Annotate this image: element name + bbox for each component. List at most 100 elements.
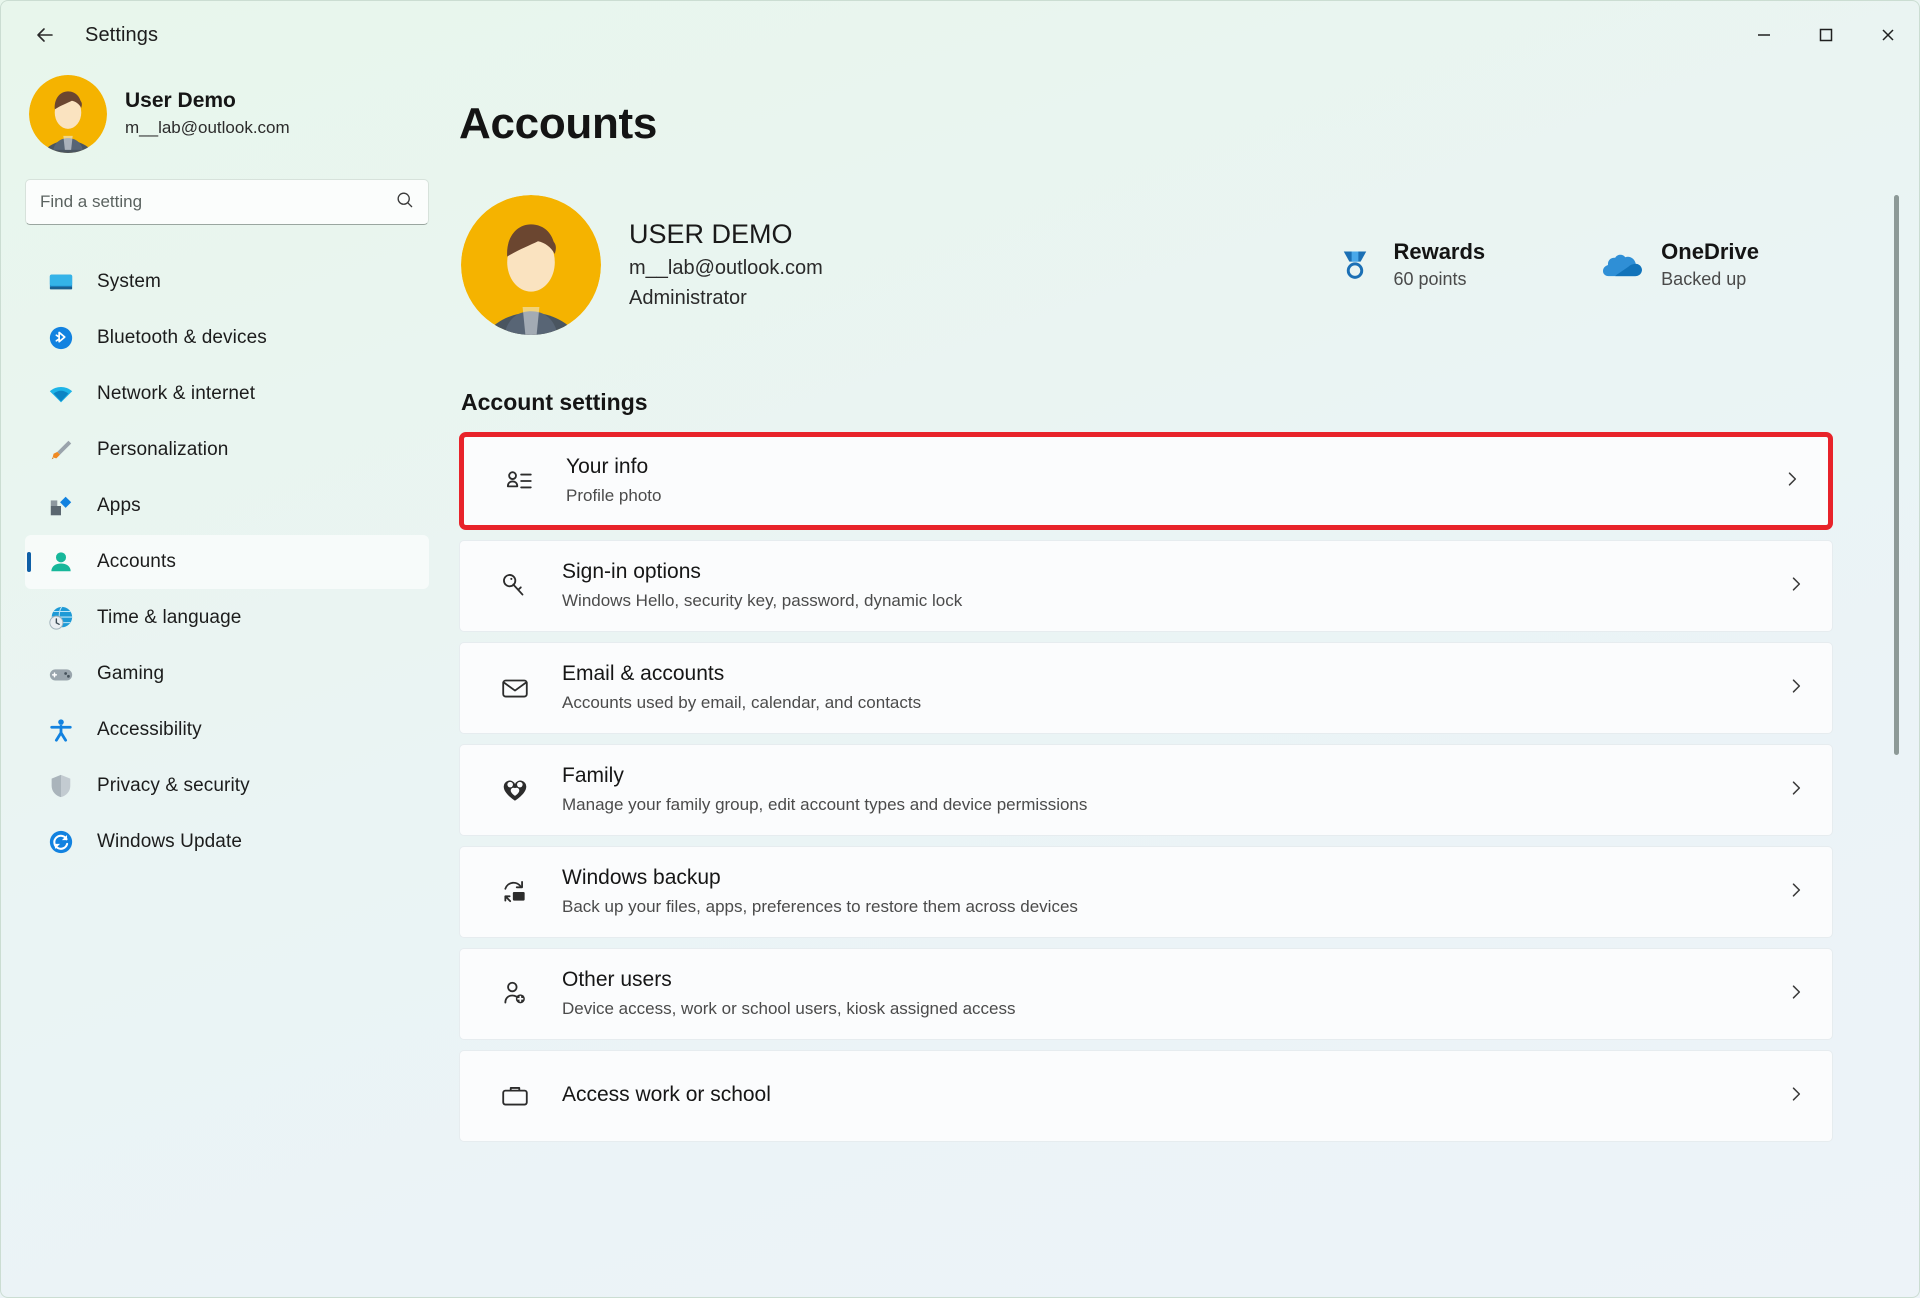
setting-row-wrap: Access work or school [459,1050,1833,1142]
briefcase-icon [494,1081,536,1111]
minimize-button[interactable] [1733,1,1795,69]
sidebar: User Demo m__lab@outlook.com [1,69,449,1297]
clock-globe-icon [47,604,75,632]
search-input[interactable] [40,192,395,212]
setting-row-windows-backup[interactable]: Windows backup Back up your files, apps,… [459,846,1833,938]
chevron-right-icon [1786,676,1806,701]
setting-row-wrap: Windows backup Back up your files, apps,… [459,846,1833,938]
back-arrow-icon [33,23,57,47]
status-title: OneDrive [1661,238,1759,267]
highlight-box: Your info Profile photo [459,432,1833,530]
main-content: Accounts USER [449,69,1919,1297]
sidebar-item-label: Windows Update [97,831,242,853]
avatar [461,195,601,335]
setting-title: Family [562,762,1087,789]
mail-icon [494,673,536,703]
sidebar-item-windows-update[interactable]: Windows Update [25,815,429,869]
setting-title: Access work or school [562,1081,771,1108]
setting-subtitle: Profile photo [566,483,661,509]
account-email: m__lab@outlook.com [629,253,823,283]
setting-row-email-accounts[interactable]: Email & accounts Accounts used by email,… [459,642,1833,734]
paintbrush-icon [47,436,75,464]
back-button[interactable] [23,13,67,57]
setting-title: Email & accounts [562,660,921,687]
minimize-icon [1756,27,1772,43]
account-role: Administrator [629,283,823,313]
sidebar-item-label: System [97,271,161,293]
setting-row-other-users[interactable]: Other users Device access, work or schoo… [459,948,1833,1040]
chevron-right-icon [1782,469,1802,494]
sidebar-item-label: Apps [97,495,141,517]
sidebar-item-system[interactable]: System [25,255,429,309]
shield-icon [47,772,75,800]
sidebar-item-label: Network & internet [97,383,255,405]
scrollbar[interactable] [1894,103,1899,1279]
sidebar-item-gaming[interactable]: Gaming [25,647,429,701]
setting-row-your-info[interactable]: Your info Profile photo [464,437,1828,525]
status-subtitle: Backed up [1661,267,1759,292]
title-bar: Settings [1,1,1919,69]
settings-list: Your info Profile photo [459,432,1833,1142]
apps-icon [47,492,75,520]
medal-icon [1335,245,1375,285]
sidebar-item-accessibility[interactable]: Accessibility [25,703,429,757]
setting-row-wrap: Sign-in options Windows Hello, security … [459,540,1833,632]
setting-row-family[interactable]: Family Manage your family group, edit ac… [459,744,1833,836]
sidebar-item-apps[interactable]: Apps [25,479,429,533]
sidebar-item-bluetooth-devices[interactable]: Bluetooth & devices [25,311,429,365]
setting-title: Sign-in options [562,558,962,585]
sidebar-item-privacy-security[interactable]: Privacy & security [25,759,429,813]
setting-subtitle: Accounts used by email, calendar, and co… [562,690,921,716]
family-heart-icon [494,775,536,805]
sidebar-item-network-internet[interactable]: Network & internet [25,367,429,421]
account-hero: USER DEMO m__lab@outlook.com Administrat… [459,195,1833,335]
setting-row-wrap: Email & accounts Accounts used by email,… [459,642,1833,734]
status-subtitle: 60 points [1393,267,1485,292]
backup-icon [494,877,536,907]
scrollbar-thumb[interactable] [1894,195,1899,755]
search-icon [395,190,414,214]
setting-subtitle: Windows Hello, security key, password, d… [562,588,962,614]
sidebar-item-label: Gaming [97,663,164,685]
sidebar-profile[interactable]: User Demo m__lab@outlook.com [25,69,429,179]
add-user-icon [494,979,536,1009]
profile-name: User Demo [125,88,290,114]
app-title: Settings [85,24,158,47]
setting-row-access-work-or-school[interactable]: Access work or school [459,1050,1833,1142]
sidebar-item-label: Accounts [97,551,176,573]
page-title: Accounts [459,99,1833,149]
person-icon [47,548,75,576]
contact-card-icon [498,466,540,496]
accessibility-icon [47,716,75,744]
maximize-icon [1818,27,1834,43]
close-icon [1880,27,1896,43]
setting-title: Other users [562,966,1016,993]
wifi-icon [47,380,75,408]
status-onedrive[interactable]: OneDrive Backed up [1603,238,1759,292]
avatar [29,75,107,153]
setting-subtitle: Manage your family group, edit account t… [562,792,1087,818]
close-button[interactable] [1857,1,1919,69]
window-body: User Demo m__lab@outlook.com [1,69,1919,1297]
search-box[interactable] [25,179,429,225]
account-name: USER DEMO [629,217,823,252]
maximize-button[interactable] [1795,1,1857,69]
sidebar-item-label: Privacy & security [97,775,250,797]
status-rewards[interactable]: Rewards 60 points [1335,238,1485,292]
sidebar-nav: System Bluetooth & devices [25,255,429,869]
setting-row-sign-in-options[interactable]: Sign-in options Windows Hello, security … [459,540,1833,632]
profile-email: m__lab@outlook.com [125,116,290,140]
chevron-right-icon [1786,778,1806,803]
sidebar-item-label: Time & language [97,607,241,629]
setting-subtitle: Device access, work or school users, kio… [562,996,1016,1022]
setting-row-wrap: Family Manage your family group, edit ac… [459,744,1833,836]
update-icon [47,828,75,856]
settings-window: Settings [0,0,1920,1298]
sidebar-item-time-language[interactable]: Time & language [25,591,429,645]
hero-status-group: Rewards 60 points [1335,238,1833,292]
sidebar-item-accounts[interactable]: Accounts [25,535,429,589]
sidebar-item-label: Accessibility [97,719,202,741]
sidebar-item-personalization[interactable]: Personalization [25,423,429,477]
gamepad-icon [47,660,75,688]
setting-title: Your info [566,453,661,480]
